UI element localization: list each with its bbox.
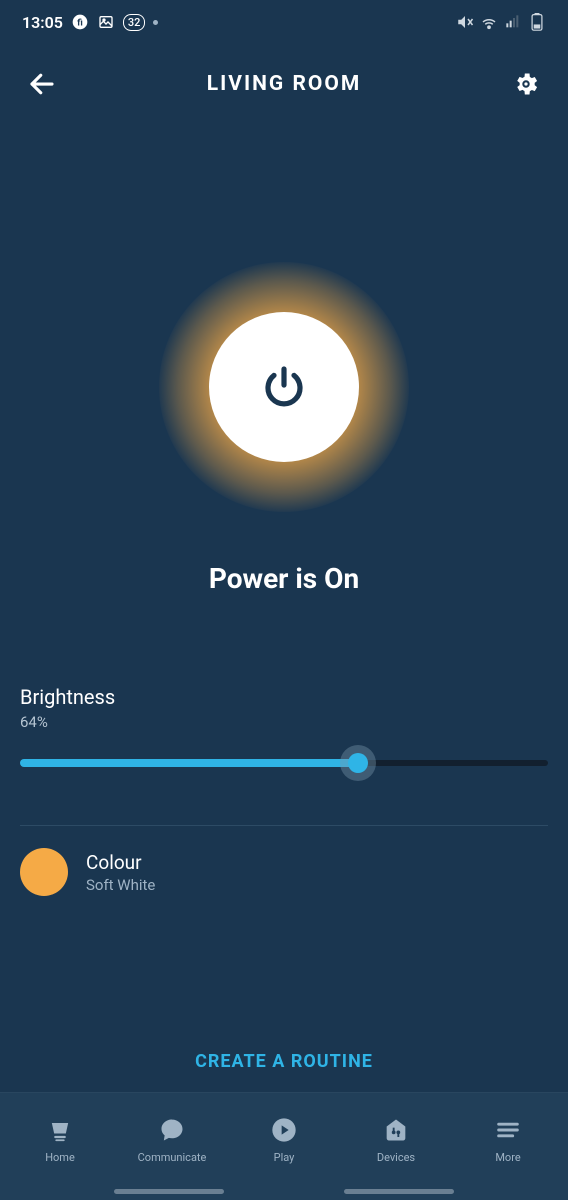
arrow-left-icon	[27, 69, 57, 99]
status-time: 13:05	[22, 13, 63, 32]
brightness-section: Brightness 64%	[20, 685, 548, 775]
colour-label: Colour	[86, 851, 155, 874]
brightness-slider[interactable]	[20, 751, 548, 775]
colour-text: Colour Soft White	[86, 851, 155, 894]
power-glow	[159, 262, 409, 512]
status-left: 13:05 fi 32	[22, 13, 158, 32]
bottom-nav: Home Communicate Play Devices More	[0, 1092, 568, 1182]
nav-play[interactable]: Play	[228, 1115, 340, 1164]
slider-fill	[20, 759, 358, 767]
power-status-text: Power is On	[209, 562, 359, 595]
power-button[interactable]	[209, 312, 359, 462]
app-header: LIVING ROOM	[0, 56, 568, 112]
nav-more-label: More	[495, 1151, 520, 1164]
status-right	[456, 13, 546, 31]
status-badge: 32	[123, 14, 146, 31]
slider-thumb[interactable]	[340, 745, 376, 781]
power-area: Power is On	[20, 262, 548, 595]
play-icon	[269, 1115, 299, 1145]
status-bar: 13:05 fi 32	[0, 4, 568, 40]
colour-value: Soft White	[86, 876, 155, 894]
wifi-icon	[480, 13, 498, 31]
nav-devices[interactable]: Devices	[340, 1115, 452, 1164]
nav-communicate-label: Communicate	[138, 1151, 207, 1164]
signal-icon	[504, 13, 522, 31]
devices-icon	[381, 1115, 411, 1145]
home-icon	[45, 1115, 75, 1145]
slider-thumb-dot	[348, 753, 368, 773]
nav-more[interactable]: More	[452, 1115, 564, 1164]
gesture-pill-left	[114, 1189, 224, 1194]
gear-icon	[512, 70, 540, 98]
page-title: LIVING ROOM	[207, 72, 362, 96]
gesture-bar	[0, 1182, 568, 1200]
nav-devices-label: Devices	[377, 1151, 415, 1164]
nav-home-label: Home	[45, 1151, 75, 1164]
brightness-value: 64%	[20, 713, 548, 731]
colour-row[interactable]: Colour Soft White	[20, 848, 548, 896]
battery-icon	[528, 13, 546, 31]
nav-play-label: Play	[274, 1151, 295, 1164]
power-icon	[260, 363, 308, 411]
main-content: Power is On Brightness 64% Colour Soft W…	[0, 112, 568, 1092]
status-dot	[153, 20, 158, 25]
more-icon	[493, 1115, 523, 1145]
mute-icon	[456, 13, 474, 31]
create-routine-button[interactable]: CREATE A ROUTINE	[20, 1051, 548, 1072]
svg-text:fi: fi	[77, 17, 83, 28]
brightness-label: Brightness	[20, 685, 548, 709]
fb-icon: fi	[71, 13, 89, 31]
image-icon	[97, 13, 115, 31]
nav-communicate[interactable]: Communicate	[116, 1115, 228, 1164]
colour-swatch	[20, 848, 68, 896]
divider	[20, 825, 548, 826]
back-button[interactable]	[22, 64, 62, 104]
gesture-pill-right	[344, 1189, 454, 1194]
communicate-icon	[157, 1115, 187, 1145]
settings-button[interactable]	[506, 64, 546, 104]
nav-home[interactable]: Home	[4, 1115, 116, 1164]
